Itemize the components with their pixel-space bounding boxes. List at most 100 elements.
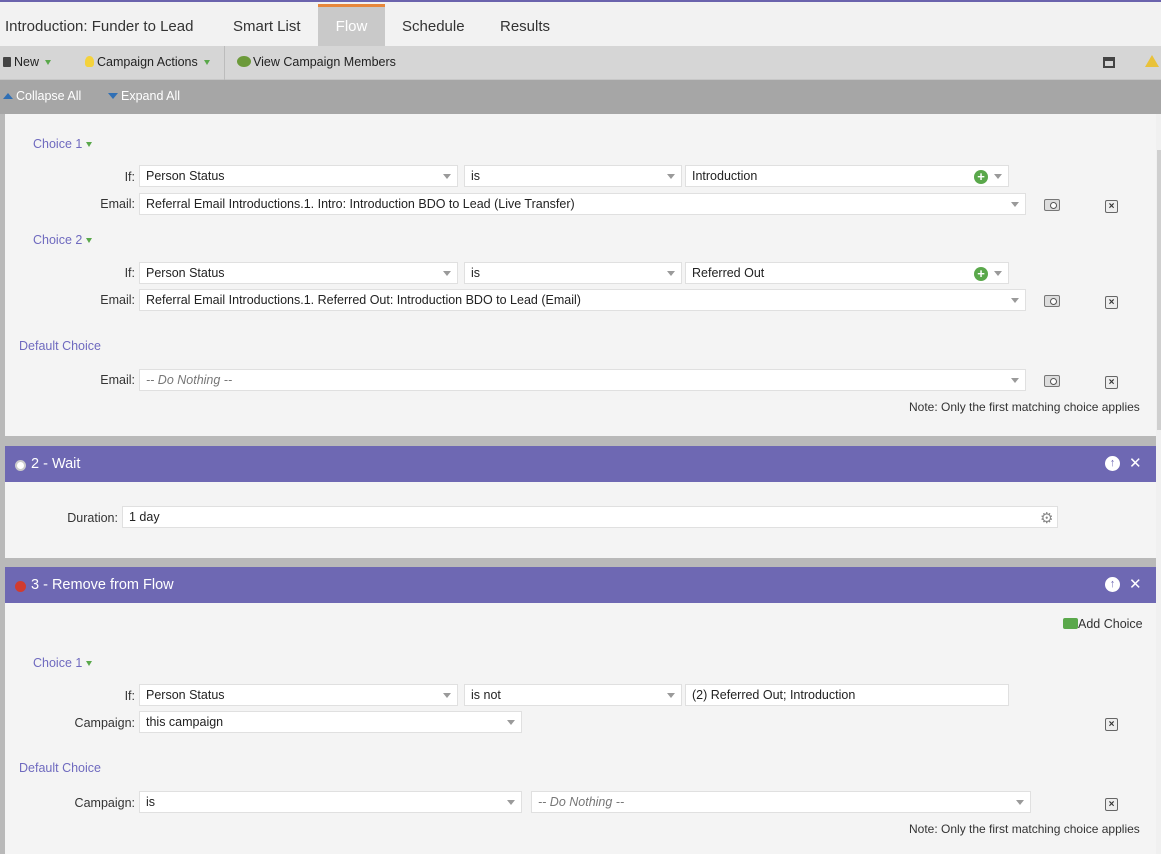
chevron-down-icon bbox=[667, 174, 675, 179]
dropdown-arrow-icon bbox=[86, 238, 93, 244]
dropdown-arrow-icon bbox=[86, 661, 93, 667]
window-icon[interactable] bbox=[1103, 57, 1115, 68]
delete-choice-icon[interactable]: × bbox=[1105, 296, 1118, 309]
move-up-icon[interactable]: ↑ bbox=[1105, 456, 1120, 471]
step3-choice1-value-input[interactable]: (2) Referred Out; Introduction bbox=[685, 684, 1009, 706]
step1-default-email-select[interactable]: -- Do Nothing -- bbox=[139, 369, 1026, 391]
chevron-down-icon bbox=[507, 800, 515, 805]
step2-duration-label: Duration: bbox=[67, 511, 118, 525]
step3-default-choice-label[interactable]: Default Choice bbox=[19, 761, 101, 775]
step1-choice2-value-select[interactable]: Referred Out + bbox=[685, 262, 1009, 284]
step1-default-email-label: Email: bbox=[100, 373, 135, 387]
tab-bar: Introduction: Funder to Lead Smart List … bbox=[0, 0, 1161, 46]
chevron-down-icon bbox=[1011, 202, 1019, 207]
chevron-down-icon bbox=[443, 271, 451, 276]
campaign-name-tab[interactable]: Introduction: Funder to Lead bbox=[0, 4, 207, 46]
step1-choice2-email-label: Email: bbox=[100, 293, 135, 307]
preview-icon[interactable] bbox=[1044, 295, 1060, 307]
step3-choice1-field-select[interactable]: Person Status bbox=[139, 684, 458, 706]
step3-title: 3 - Remove from Flow bbox=[31, 577, 174, 593]
step2-duration-input[interactable]: 1 day bbox=[122, 506, 1058, 528]
remove-flow-icon bbox=[15, 581, 26, 592]
members-icon bbox=[237, 56, 251, 67]
campaign-actions-label: Campaign Actions bbox=[97, 55, 198, 69]
tab-smart-list[interactable]: Smart List bbox=[219, 4, 315, 46]
step1-default-choice-label[interactable]: Default Choice bbox=[19, 339, 101, 353]
clock-icon bbox=[15, 460, 26, 471]
add-value-icon[interactable]: + bbox=[974, 267, 988, 281]
step3-choice1-label[interactable]: Choice 1 bbox=[33, 656, 93, 670]
view-campaign-members-button[interactable]: View Campaign Members bbox=[237, 55, 396, 69]
delete-choice-icon[interactable]: × bbox=[1105, 376, 1118, 389]
step3-choice1-campaign-label: Campaign: bbox=[74, 716, 135, 730]
collapse-icon bbox=[3, 93, 13, 99]
chevron-down-icon bbox=[667, 271, 675, 276]
collapse-all-button[interactable]: Collapse All bbox=[3, 89, 81, 103]
step1-choice1-value-select[interactable]: Introduction + bbox=[685, 165, 1009, 187]
preview-icon[interactable] bbox=[1044, 375, 1060, 387]
step1-note: Note: Only the first matching choice app… bbox=[909, 400, 1140, 414]
chevron-down-icon bbox=[507, 720, 515, 725]
expand-all-label: Expand All bbox=[121, 89, 181, 103]
delete-choice-icon[interactable]: × bbox=[1105, 718, 1118, 731]
step1-choice1-email-select[interactable]: Referral Email Introductions.1. Intro: I… bbox=[139, 193, 1026, 215]
view-members-label: View Campaign Members bbox=[253, 55, 396, 69]
lightbulb-icon bbox=[85, 56, 94, 67]
scrollbar-thumb[interactable] bbox=[1157, 150, 1161, 430]
chevron-down-icon bbox=[667, 693, 675, 698]
step3-default-campaign-label: Campaign: bbox=[74, 796, 135, 810]
dropdown-arrow-icon bbox=[45, 60, 52, 66]
chevron-down-icon bbox=[1011, 378, 1019, 383]
campaign-actions-button[interactable]: Campaign Actions bbox=[85, 55, 210, 69]
add-value-icon[interactable]: + bbox=[974, 170, 988, 184]
expand-all-button[interactable]: Expand All bbox=[108, 89, 180, 103]
step3-header[interactable]: 3 - Remove from Flow ↑ ✕ bbox=[5, 567, 1156, 603]
step1-choice2-if-label: If: bbox=[124, 266, 135, 280]
step1-choice2-field-select[interactable]: Person Status bbox=[139, 262, 458, 284]
step3-note: Note: Only the first matching choice app… bbox=[909, 822, 1140, 836]
step1-choice2-operator-select[interactable]: is bbox=[464, 262, 682, 284]
dropdown-arrow-icon bbox=[86, 142, 93, 148]
chevron-down-icon bbox=[1011, 298, 1019, 303]
new-label: New bbox=[14, 55, 40, 69]
tab-schedule[interactable]: Schedule bbox=[388, 4, 479, 46]
main-toolbar: New Campaign Actions View Campaign Membe… bbox=[0, 46, 1161, 80]
close-icon[interactable]: ✕ bbox=[1129, 454, 1142, 472]
gear-icon[interactable]: ⚙ bbox=[1040, 509, 1053, 527]
step3-choice1-if-label: If: bbox=[124, 689, 135, 703]
step2-header[interactable]: 2 - Wait ↑ ✕ bbox=[5, 446, 1156, 482]
chevron-down-icon bbox=[443, 174, 451, 179]
chevron-down-icon bbox=[443, 693, 451, 698]
delete-choice-icon[interactable]: × bbox=[1105, 200, 1118, 213]
add-choice-icon bbox=[1063, 618, 1078, 629]
step1-choice1-email-label: Email: bbox=[100, 197, 135, 211]
new-icon bbox=[3, 57, 11, 67]
step1-choice1-label[interactable]: Choice 1 bbox=[33, 137, 93, 151]
chevron-down-icon bbox=[994, 174, 1002, 179]
step3-choice1-operator-select[interactable]: is not bbox=[464, 684, 682, 706]
step3-choice1-campaign-select[interactable]: this campaign bbox=[139, 711, 522, 733]
expand-toolbar: Collapse All Expand All bbox=[0, 80, 1161, 114]
new-button[interactable]: New bbox=[3, 55, 52, 69]
step3-default-value-select[interactable]: -- Do Nothing -- bbox=[531, 791, 1031, 813]
tab-results[interactable]: Results bbox=[486, 4, 564, 46]
preview-icon[interactable] bbox=[1044, 199, 1060, 211]
tab-flow[interactable]: Flow bbox=[318, 4, 385, 46]
delete-choice-icon[interactable]: × bbox=[1105, 798, 1118, 811]
step1-choice2-email-select[interactable]: Referral Email Introductions.1. Referred… bbox=[139, 289, 1026, 311]
step1-choice2-label[interactable]: Choice 2 bbox=[33, 233, 93, 247]
add-choice-button[interactable]: Add Choice bbox=[1063, 617, 1143, 631]
toolbar-divider bbox=[224, 46, 225, 80]
step3-default-operator-select[interactable]: is bbox=[139, 791, 522, 813]
move-up-icon[interactable]: ↑ bbox=[1105, 577, 1120, 592]
step2-title: 2 - Wait bbox=[31, 456, 81, 472]
chevron-down-icon bbox=[1016, 800, 1024, 805]
warning-icon[interactable] bbox=[1145, 55, 1159, 67]
add-choice-label: Add Choice bbox=[1078, 617, 1143, 631]
step1-choice1-field-select[interactable]: Person Status bbox=[139, 165, 458, 187]
chevron-down-icon bbox=[994, 271, 1002, 276]
dropdown-arrow-icon bbox=[203, 60, 210, 66]
collapse-all-label: Collapse All bbox=[16, 89, 82, 103]
close-icon[interactable]: ✕ bbox=[1129, 575, 1142, 593]
step1-choice1-operator-select[interactable]: is bbox=[464, 165, 682, 187]
